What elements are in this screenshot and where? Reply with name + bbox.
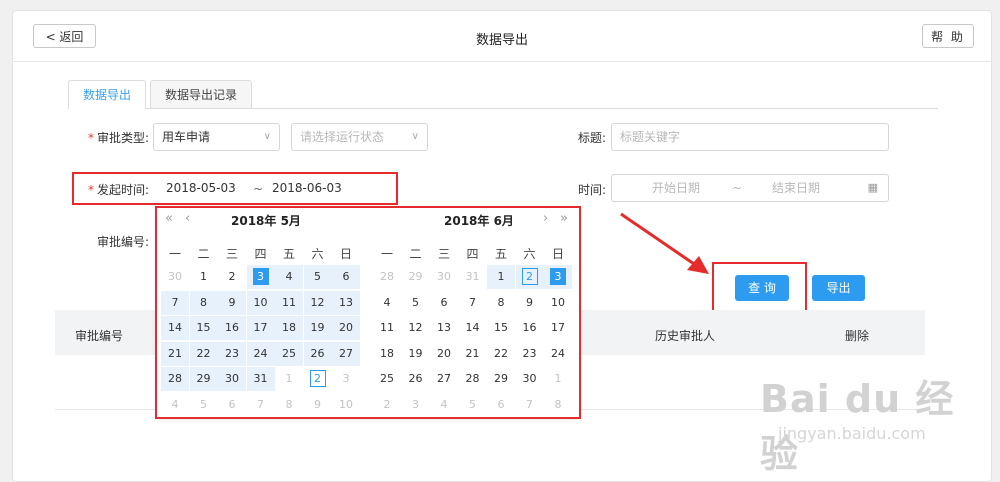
column-header-delete: 删除 [845, 329, 870, 343]
chevron-down-icon: ∨ [411, 131, 419, 142]
time-end-placeholder: 结束日期 [772, 181, 821, 195]
annotation-box-calendar [155, 206, 581, 419]
annotation-box-start-time [72, 172, 398, 205]
title-placeholder: 标题关键字 [620, 130, 681, 144]
title-input[interactable]: 标题关键字 [611, 123, 889, 151]
watermark-url: jingyan.baidu.com [778, 424, 926, 443]
export-button[interactable]: 导出 [812, 275, 865, 301]
column-header-history-approver: 历史审批人 [655, 329, 716, 343]
approval-type-select[interactable]: 用车申请 ∨ [153, 123, 280, 151]
time-range-separator: ~ [732, 181, 743, 195]
time-start-placeholder: 开始日期 [652, 181, 701, 195]
approval-no-label: 审批编号: [97, 235, 150, 249]
tab-export-records[interactable]: 数据导出记录 [150, 80, 253, 108]
time-range-picker[interactable]: 开始日期 ~ 结束日期 ▦ [611, 174, 889, 202]
required-mark: * [88, 131, 94, 145]
approval-type-value: 用车申请 [162, 130, 211, 144]
annotation-box-query [712, 262, 807, 313]
calendar-icon: ▦ [867, 181, 878, 194]
page-title: 数据导出 [475, 33, 528, 48]
column-header-approval-no: 审批编号 [75, 329, 124, 343]
status-select[interactable]: 请选择运行状态 ∨ [291, 123, 428, 151]
time-label: 时间: [578, 183, 607, 197]
tab-bar: 数据导出 数据导出记录 [68, 80, 938, 109]
title-label: 标题: [578, 131, 607, 145]
top-bar: < 返回 数据导出 帮 助 [13, 11, 991, 62]
help-button[interactable]: 帮 助 [922, 24, 974, 48]
tab-data-export[interactable]: 数据导出 [68, 80, 147, 109]
approval-type-label-text: 审批类型: [97, 131, 150, 145]
approval-type-label: * 审批类型: [88, 129, 149, 146]
status-placeholder: 请选择运行状态 [300, 130, 385, 144]
baidu-watermark: Bai du 经验 jingyan.baidu.com [760, 368, 990, 476]
chevron-down-icon: ∨ [263, 131, 271, 142]
annotation-arrow [620, 212, 709, 274]
watermark-logo: Bai du 经验 [760, 377, 955, 476]
